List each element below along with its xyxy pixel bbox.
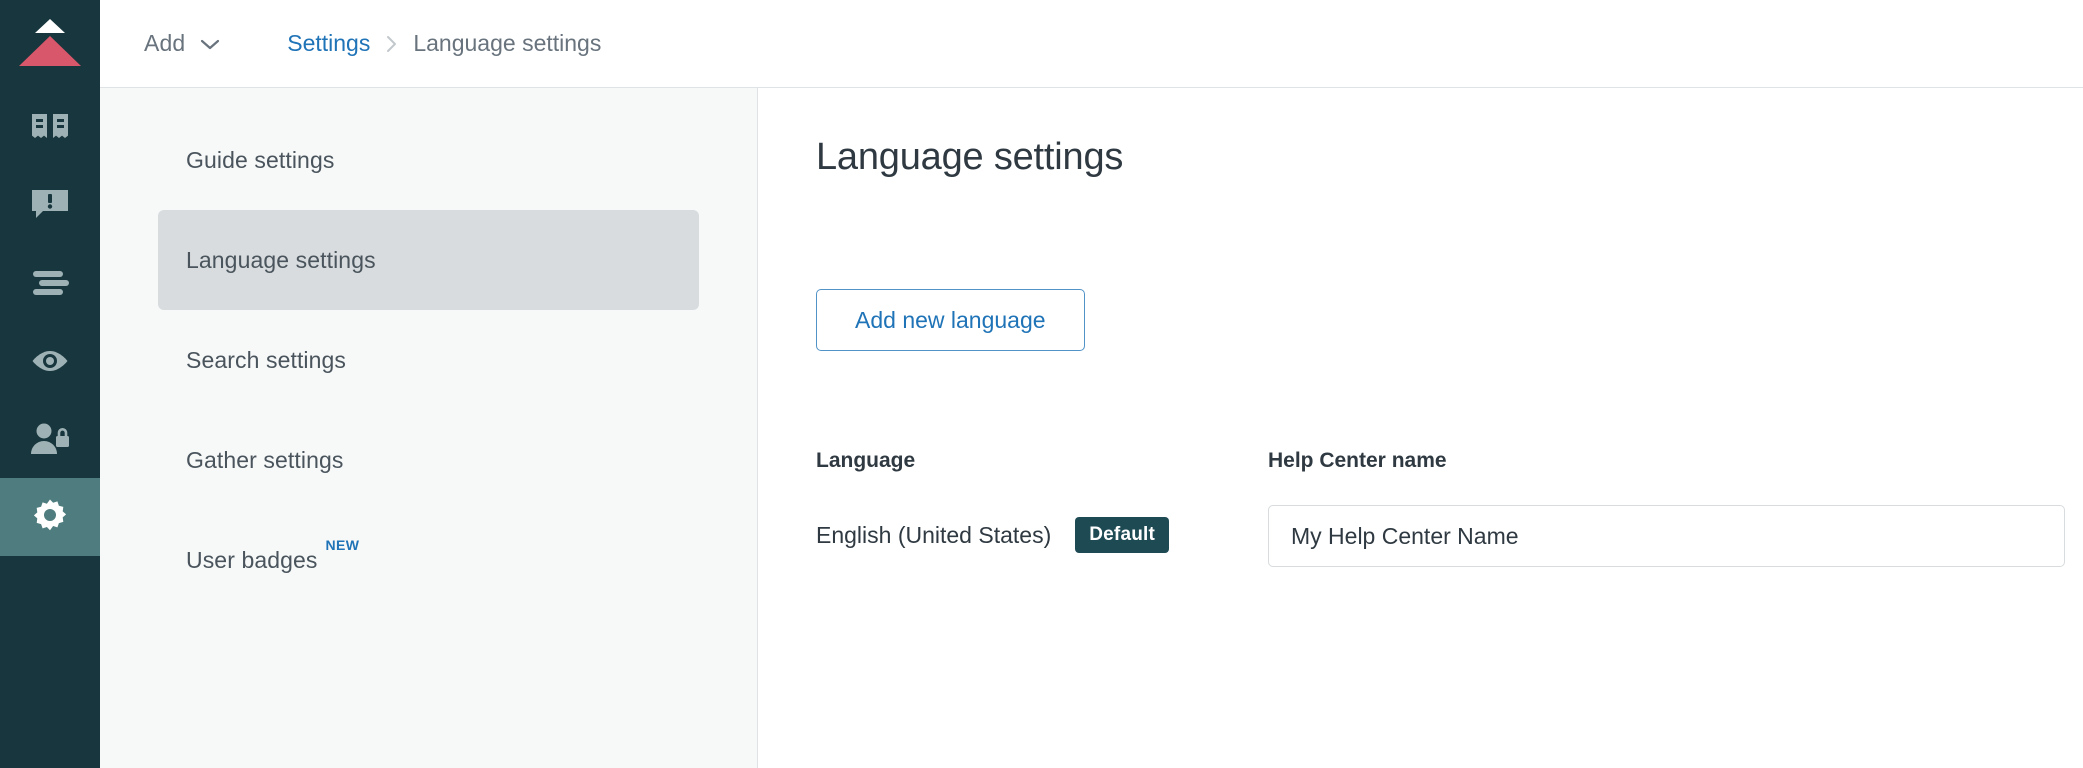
- rail-item-settings[interactable]: [0, 478, 100, 556]
- chevron-down-icon: [199, 37, 221, 51]
- status-badge: Default: [1075, 517, 1170, 553]
- content-area: Language settings Add new language Langu…: [758, 88, 2083, 768]
- sidebar-item-language-settings[interactable]: Language settings: [158, 210, 699, 310]
- help-center-name-label: Help Center name: [1268, 449, 1447, 472]
- logo-top-triangle: [35, 19, 65, 33]
- eye-icon: [30, 349, 70, 373]
- main-column: Add Settings Language settings Guide set…: [100, 0, 2083, 768]
- add-new-language-button[interactable]: Add new language: [816, 289, 1085, 351]
- rail-item-alerts[interactable]: [0, 166, 100, 244]
- sidebar-item-gather-settings[interactable]: Gather settings: [158, 410, 699, 510]
- help-center-name-input[interactable]: [1268, 505, 2065, 567]
- language-name: English (United States): [816, 521, 1052, 548]
- new-badge: NEW: [325, 537, 360, 553]
- page-title: Language settings: [816, 136, 1124, 178]
- sidebar-item-label: Search settings: [186, 346, 347, 373]
- content-list-icon: [31, 270, 69, 296]
- rail-item-content[interactable]: [0, 244, 100, 322]
- user-lock-icon: [30, 423, 70, 455]
- rail-item-preview[interactable]: [0, 322, 100, 400]
- chevron-right-icon: [386, 35, 397, 53]
- breadcrumb-current: Language settings: [413, 30, 602, 56]
- sidebar-item-label: Language settings: [186, 246, 376, 273]
- language-column: Language English (United States) Default: [816, 449, 1268, 553]
- knowledge-base-icon: [30, 111, 70, 143]
- app-root: Add Settings Language settings Guide set…: [0, 0, 2083, 768]
- settings-sidebar-list: Guide settings Language settings Search …: [100, 110, 757, 610]
- gear-icon: [30, 497, 70, 537]
- zendesk-guide-logo: [19, 19, 81, 69]
- language-row: English (United States) Default: [816, 517, 1268, 553]
- rail-item-knowledge-base[interactable]: [0, 88, 100, 166]
- add-dropdown-button[interactable]: Add: [140, 24, 225, 63]
- sidebar-item-label: Gather settings: [186, 446, 344, 473]
- sidebar-item-search-settings[interactable]: Search settings: [158, 310, 699, 410]
- sidebar-item-label: User badges: [186, 546, 318, 573]
- body-split: Guide settings Language settings Search …: [100, 88, 2083, 768]
- language-table: Language English (United States) Default…: [816, 449, 2083, 567]
- alert-chat-icon: [31, 188, 69, 222]
- language-column-header: Language: [816, 449, 916, 472]
- help-center-name-column: Help Center name: [1268, 449, 2083, 567]
- sidebar-item-user-badges[interactable]: User badges NEW: [158, 510, 699, 610]
- top-header: Add Settings Language settings: [100, 0, 2083, 88]
- rail-item-permissions[interactable]: [0, 400, 100, 478]
- sidebar-item-label: Guide settings: [186, 146, 335, 173]
- sidebar-item-guide-settings[interactable]: Guide settings: [158, 110, 699, 210]
- logo-bottom-triangle: [19, 36, 81, 66]
- add-language-row: Add new language: [816, 289, 2083, 351]
- breadcrumb: Settings Language settings: [287, 30, 601, 57]
- brand-logo[interactable]: [0, 0, 100, 88]
- settings-sidebar: Guide settings Language settings Search …: [100, 88, 758, 768]
- add-dropdown-label: Add: [144, 30, 186, 56]
- breadcrumb-link-settings[interactable]: Settings: [287, 30, 370, 57]
- product-rail: [0, 0, 100, 768]
